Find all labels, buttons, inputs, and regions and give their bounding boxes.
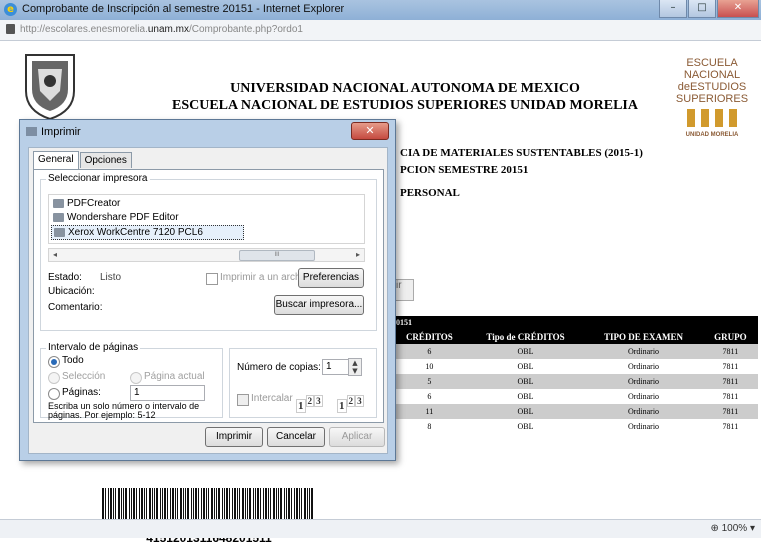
printer-item[interactable]: PDFCreator [51, 197, 123, 210]
inscription-title: PCION SEMESTRE 20151 [400, 164, 529, 176]
selection-radio[interactable] [48, 372, 60, 384]
printer-item-selected[interactable]: Xerox WorkCentre 7120 PCL6 [51, 225, 244, 240]
pages-input[interactable]: 1 [130, 385, 205, 401]
site-icon [6, 24, 15, 34]
scroll-right-arrow[interactable]: ▸ [352, 249, 364, 261]
address-bar[interactable]: http://escolares.enesmorelia.unam.mx/Com… [0, 20, 761, 41]
printer-icon [54, 228, 65, 237]
enes-logo: ESCUELA NACIONAL deESTUDIOS SUPERIORES U… [675, 57, 749, 138]
internet-explorer-icon: e [4, 3, 17, 16]
collate-label: Intercalar [251, 393, 293, 404]
window-title: Comprobante de Inscripción al semestre 2… [22, 3, 345, 15]
column-header: CRÉDITOS [392, 329, 467, 344]
scroll-left-arrow[interactable]: ◂ [49, 249, 61, 261]
dialog-tabs: General Opciones [33, 151, 133, 169]
printer-list-scrollbar[interactable]: ◂ III ▸ [48, 248, 365, 262]
copies-spinner[interactable]: ▲ ▼ [348, 358, 362, 376]
column-header: GRUPO [702, 329, 758, 344]
printer-icon [26, 127, 37, 136]
scroll-thumb[interactable]: III [239, 250, 315, 261]
maximize-button[interactable]: □ [688, 0, 716, 18]
all-pages-radio[interactable] [48, 356, 60, 368]
collate-icon: 123 [337, 395, 364, 413]
tab-options[interactable]: Opciones [79, 152, 132, 168]
print-dialog: Imprimir ✕ General Opciones Seleccionar … [19, 119, 396, 461]
column-header: TIPO DE EXAMEN [584, 329, 703, 344]
dialog-close-button[interactable]: ✕ [351, 122, 389, 140]
close-window-button[interactable]: ✕ [717, 0, 759, 18]
pages-label: Páginas: [62, 387, 101, 398]
selection-label: Selección [62, 371, 106, 382]
table-row: 10 OBL Ordinario 7811 [392, 359, 758, 374]
copies-input[interactable]: 1 [322, 359, 349, 375]
table-row: 5 OBL Ordinario 7811 [392, 374, 758, 389]
year-row: 0151 [392, 316, 758, 329]
collate-icon: 123 [296, 395, 323, 413]
column-header: Tipo de CRÉDITOS [466, 329, 585, 344]
url-text[interactable]: http://escolares.enesmorelia.unam.mx/Com… [20, 24, 303, 35]
general-tab-panel: Seleccionar impresora PDFCreator Wonders… [33, 169, 384, 423]
page-button[interactable]: ir [395, 279, 414, 301]
collate-checkbox[interactable] [237, 394, 249, 406]
current-page-label: Página actual [144, 371, 205, 382]
location-label: Ubicación: [48, 286, 95, 297]
print-dialog-body: General Opciones Seleccionar impresora P… [28, 147, 388, 454]
print-to-file-checkbox[interactable] [206, 273, 218, 285]
page-range-hint: Escriba un solo número o intervalo de pá… [48, 401, 200, 420]
pages-radio[interactable] [48, 388, 60, 400]
window-titlebar: e Comprobante de Inscripción al semestre… [0, 0, 761, 20]
career-title: CIA DE MATERIALES SUSTENTABLES (2015-1) [400, 147, 643, 159]
printer-icon [53, 199, 64, 208]
minimize-button[interactable]: – [659, 0, 687, 18]
preferences-button[interactable]: Preferencias [298, 268, 364, 288]
current-page-radio[interactable] [130, 372, 142, 384]
cancel-button[interactable]: Cancelar [267, 427, 325, 447]
table-row: 8 OBL Ordinario 7811 [392, 419, 758, 434]
window-controls: – □ ✕ [659, 0, 759, 18]
printer-item[interactable]: Wondershare PDF Editor [51, 211, 182, 224]
page-range-label: Intervalo de páginas [46, 342, 141, 353]
school-name: ESCUELA NACIONAL DE ESTUDIOS SUPERIORES … [172, 98, 638, 113]
select-printer-label: Seleccionar impresora [46, 173, 150, 184]
status-bar: ⊕ 100% ▾ [0, 519, 761, 538]
status-label: Estado: [48, 272, 82, 283]
apply-button[interactable]: Aplicar [329, 427, 385, 447]
comment-label: Comentario: [48, 302, 103, 313]
print-button[interactable]: Imprimir [205, 427, 263, 447]
print-dialog-title: Imprimir [26, 126, 81, 138]
zoom-level[interactable]: ⊕ 100% ▾ [710, 523, 755, 534]
personal-data-title: PERSONAL [400, 187, 460, 199]
table-row: 11 OBL Ordinario 7811 [392, 404, 758, 419]
table-row: 6 OBL Ordinario 7811 [392, 389, 758, 404]
status-value: Listo [100, 272, 122, 283]
tab-general[interactable]: General [33, 151, 79, 169]
printer-list[interactable]: PDFCreator Wondershare PDF Editor Xerox … [48, 194, 365, 244]
printer-icon [53, 213, 64, 222]
university-name: UNIVERSIDAD NACIONAL AUTONOMA DE MEXICO [230, 81, 580, 96]
copies-label: Número de copias: [237, 362, 321, 373]
grades-table: 0151 CRÉDITOS Tipo de CRÉDITOS TIPO DE E… [392, 316, 758, 434]
table-row: 6 OBL Ordinario 7811 [392, 344, 758, 359]
find-printer-button[interactable]: Buscar impresora... [274, 295, 364, 315]
unam-shield-logo [25, 54, 75, 121]
all-pages-label: Todo [62, 355, 84, 366]
